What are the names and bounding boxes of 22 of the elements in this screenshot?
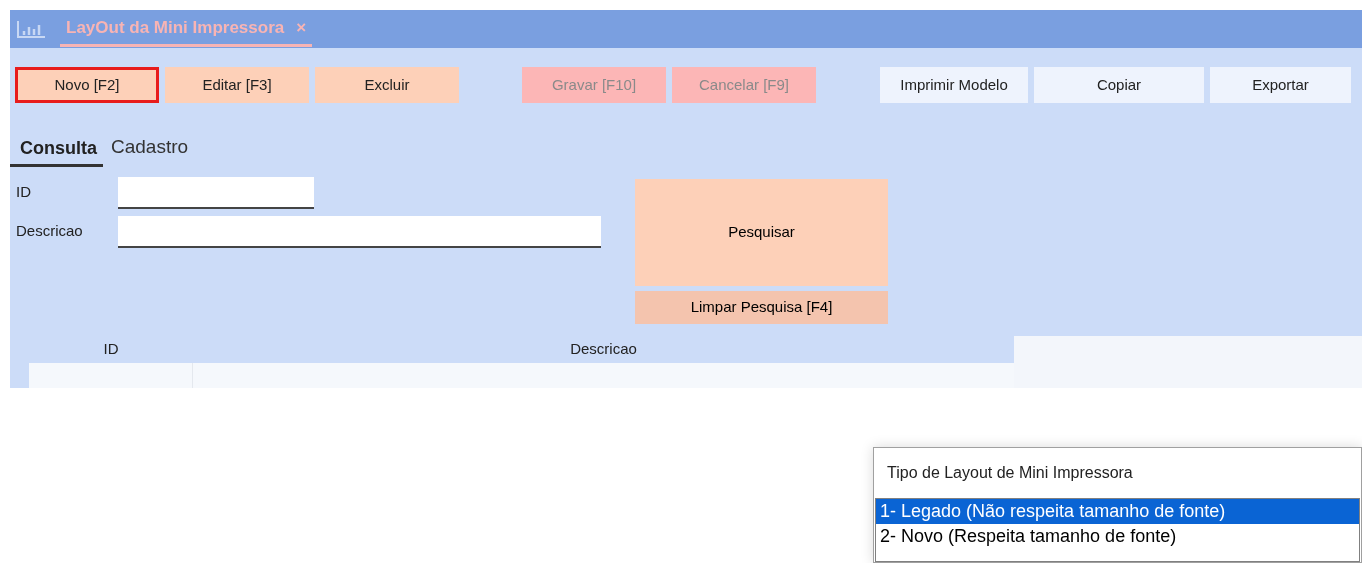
- toolbar-button[interactable]: Editar [F3]: [165, 67, 309, 103]
- toolbar-button[interactable]: Copiar: [1034, 67, 1204, 103]
- option-list[interactable]: 1- Legado (Não respeita tamanho de fonte) 2- Novo (Respeita tamanho de fonte): [875, 498, 1360, 562]
- search-button[interactable]: Pesquisar: [635, 178, 888, 286]
- clear-search-button[interactable]: Limpar Pesquisa [F4]: [635, 290, 888, 324]
- field-label: Descricao: [15, 220, 84, 241]
- toolbar-button[interactable]: Exportar: [1210, 67, 1351, 103]
- dialog-title: Tipo de Layout de Mini Impressora: [886, 463, 1134, 483]
- tab[interactable]: Cadastro: [111, 133, 189, 167]
- column-header[interactable]: Descricao: [193, 338, 1014, 361]
- input-field[interactable]: [118, 176, 314, 209]
- toolbar-button[interactable]: Excluir: [315, 67, 459, 103]
- column-header[interactable]: ID: [29, 338, 193, 361]
- tab-title: LayOut da Mini Impressora: [66, 16, 285, 39]
- bar-chart-icon: [16, 19, 46, 39]
- input-field[interactable]: [118, 215, 601, 248]
- list-option[interactable]: 1- Legado (Não respeita tamanho de fonte): [876, 499, 1359, 524]
- toolbar-button[interactable]: Imprimir Modelo: [880, 67, 1028, 103]
- tab[interactable]: Consulta: [10, 134, 103, 167]
- toolbar-button[interactable]: Novo [F2]: [15, 67, 159, 103]
- field-label: ID: [15, 181, 32, 202]
- list-option[interactable]: 2- Novo (Respeita tamanho de fonte): [876, 524, 1359, 549]
